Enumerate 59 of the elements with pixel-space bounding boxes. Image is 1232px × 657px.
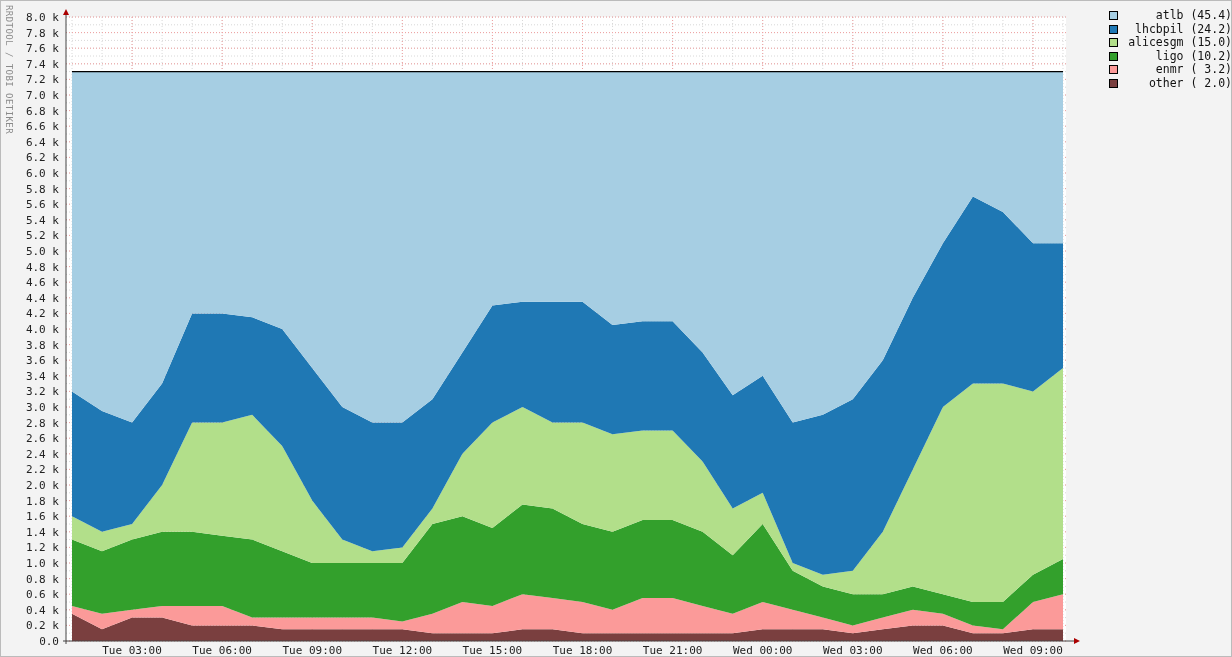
x-tick-label: Tue 09:00 xyxy=(282,644,343,656)
y-tick-label: 0.6 k xyxy=(25,588,59,602)
y-tick-label: 2.6 k xyxy=(25,432,59,446)
y-tick-label: 5.2 k xyxy=(25,229,59,243)
y-tick-label: 2.0 k xyxy=(25,479,59,492)
y-tick-label: 5.0 k xyxy=(25,245,59,258)
y-tick-label: 5.4 k xyxy=(25,213,59,227)
legend-label: ligo (10.2) xyxy=(1155,49,1231,63)
y-tick-label: 7.4 k xyxy=(25,57,59,71)
y-tick-label: 8.0 k xyxy=(25,11,59,24)
y-tick-label: 1.6 k xyxy=(25,510,59,524)
legend-label: lhcbpil (24.2) xyxy=(1134,22,1231,36)
legend-label: alicesgm (15.0) xyxy=(1127,36,1231,50)
y-tick-label: 6.4 k xyxy=(25,135,59,149)
y-tick-label: 0.0 xyxy=(39,635,59,648)
x-tick-label: Wed 09:00 xyxy=(1003,644,1063,656)
y-tick-label: 4.6 k xyxy=(25,276,59,290)
y-tick-label: 3.4 k xyxy=(25,369,59,383)
y-tick-label: 5.6 k xyxy=(25,198,59,212)
y-tick-label: 0.2 k xyxy=(25,619,59,633)
y-tick-label: 4.0 k xyxy=(25,323,59,336)
x-tick-label: Wed 06:00 xyxy=(913,644,973,656)
y-tick-label: 7.8 k xyxy=(25,26,59,40)
y-tick-label: 6.0 k xyxy=(25,167,59,180)
x-tick-label: Tue 03:00 xyxy=(102,644,162,656)
legend-label: atlb (45.4) xyxy=(1154,9,1231,23)
y-tick-label: 2.8 k xyxy=(25,416,59,430)
y-tick-label: 3.2 k xyxy=(25,385,59,399)
x-tick-label: Tue 18:00 xyxy=(552,644,613,656)
y-tick-label: 2.4 k xyxy=(25,447,59,461)
y-tick-label: 1.4 k xyxy=(25,525,59,539)
y-tick-label: 7.2 k xyxy=(25,73,59,87)
y-tick-label: 0.4 k xyxy=(25,603,59,617)
side-credit-text: RRDTOOL / TOBI OETIKER xyxy=(2,5,15,135)
x-tick-label: Tue 21:00 xyxy=(642,644,703,656)
y-tick-label: 3.8 k xyxy=(25,338,59,352)
y-tick-label: 3.0 k xyxy=(25,401,59,414)
y-tick-label: 6.8 k xyxy=(25,104,59,118)
x-tick-label: Tue 12:00 xyxy=(372,644,433,656)
x-tick-label: Wed 00:00 xyxy=(732,644,793,656)
y-tick-label: 4.4 k xyxy=(25,291,59,305)
x-tick-label: Tue 06:00 xyxy=(192,644,252,656)
y-tick-label: 7.6 k xyxy=(25,42,59,56)
legend-label: enmr ( 3.2) xyxy=(1154,63,1231,77)
y-tick-label: 1.2 k xyxy=(25,541,59,555)
y-tick-label: 7.0 k xyxy=(25,89,59,102)
y-tick-label: 4.2 k xyxy=(25,307,59,321)
y-tick-label: 6.2 k xyxy=(25,151,59,165)
y-tick-label: 6.6 k xyxy=(25,120,59,134)
y-tick-label: 2.2 k xyxy=(25,463,59,477)
y-tick-label: 0.8 k xyxy=(25,572,59,586)
y-tick-label: 5.8 k xyxy=(25,182,59,196)
y-tick-label: 4.8 k xyxy=(25,260,59,274)
y-tick-label: 3.6 k xyxy=(25,354,59,368)
y-tick-label: 1.0 k xyxy=(25,557,59,570)
legend-label: other ( 2.0) xyxy=(1147,76,1231,90)
y-tick-label: 1.8 k xyxy=(25,494,59,508)
x-tick-label: Tue 15:00 xyxy=(462,644,523,656)
x-tick-label: Wed 03:00 xyxy=(823,644,883,656)
